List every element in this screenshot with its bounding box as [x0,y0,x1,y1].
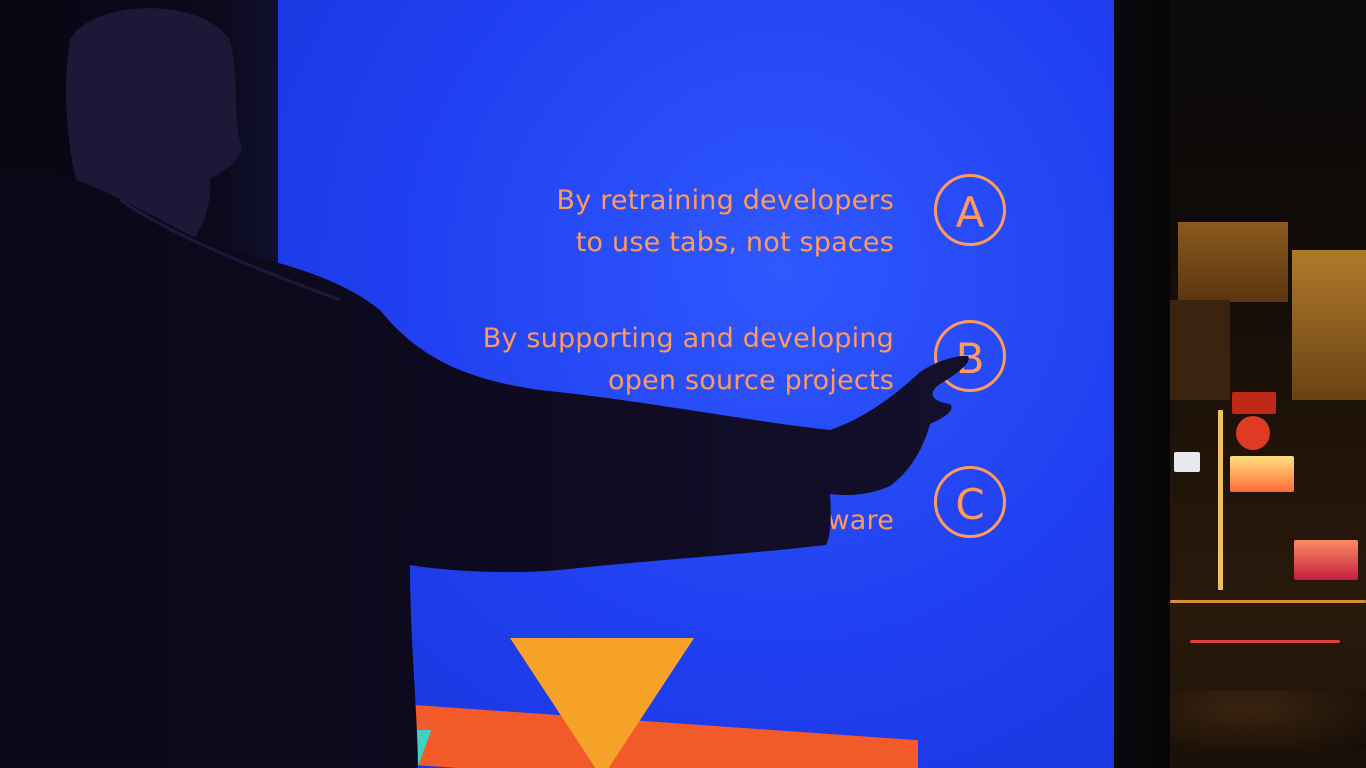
person-silhouette [0,8,969,768]
photo-scene: By retraining developers to use tabs, no… [0,0,1366,768]
arm-and-body-silhouette [0,168,969,768]
